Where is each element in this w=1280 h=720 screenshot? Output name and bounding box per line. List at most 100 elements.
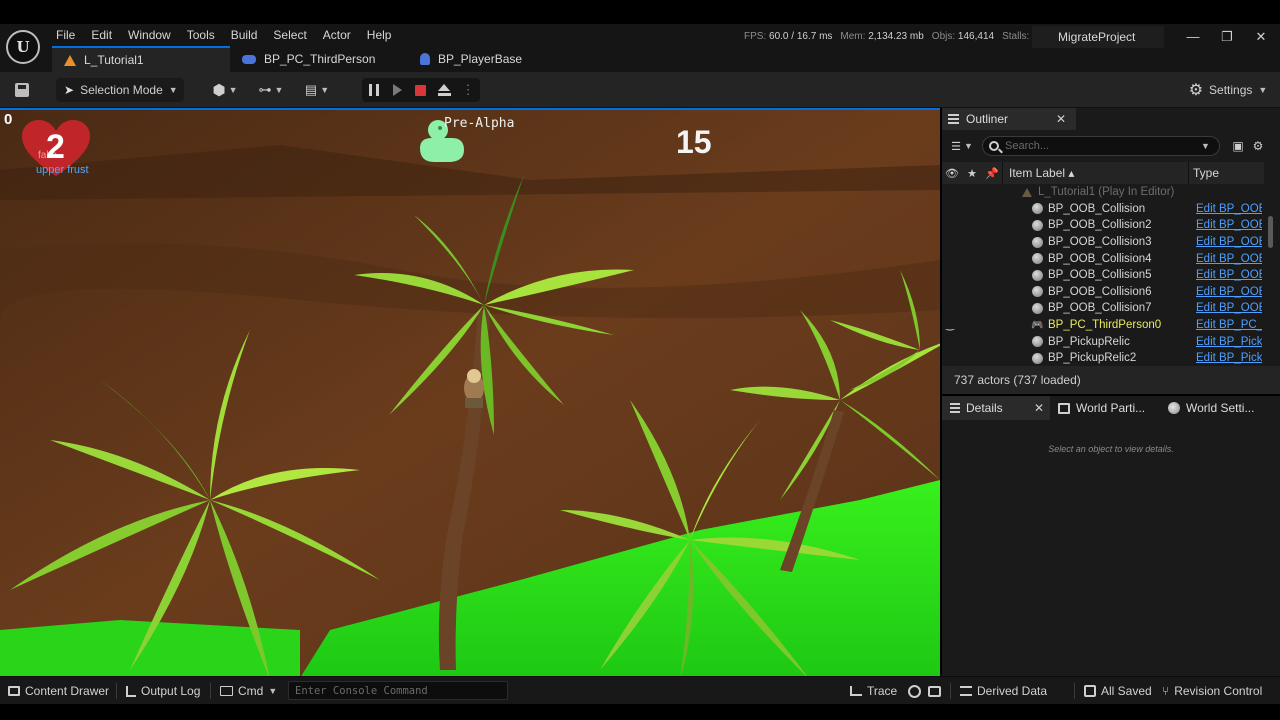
menu-build[interactable]: Build [223, 26, 266, 44]
actor-type-link[interactable]: Edit BP_OOB [1196, 286, 1262, 298]
actor-type-link[interactable]: Edit BP_OOB [1196, 219, 1262, 231]
menu-help[interactable]: Help [359, 26, 400, 44]
selection-mode-dropdown[interactable]: ➤ Selection Mode ▼ [56, 78, 184, 102]
tab-l-tutorial1[interactable]: L_Tutorial1 [52, 46, 230, 72]
outliner-row-player-controller[interactable]: ‿ 🎮 BP_PC_ThirdPerson0 Edit BP_PC_T [942, 317, 1264, 334]
cmd-dropdown[interactable]: Cmd ▼ [220, 677, 277, 705]
mem-label: Mem: [840, 31, 866, 42]
menu-actor[interactable]: Actor [315, 26, 359, 44]
outliner-scrollbar[interactable] [1268, 216, 1273, 248]
menu-edit[interactable]: Edit [83, 26, 120, 44]
outliner-tab-label: Outliner [966, 112, 1009, 126]
outliner-row[interactable]: BP_PickupRelic Edit BP_Picku [942, 333, 1264, 350]
tab-bp-pc-thirdperson[interactable]: BP_PC_ThirdPerson [230, 46, 408, 72]
stop-button[interactable] [409, 78, 433, 102]
eject-button[interactable] [433, 78, 457, 102]
actor-type-link[interactable]: Edit BP_OOB [1196, 236, 1262, 248]
tab-world-partition[interactable]: World Parti... [1050, 396, 1160, 420]
details-panel: Details ✕ World Parti... World Setti... … [942, 396, 1280, 676]
outliner-root-row[interactable]: L_Tutorial1 (Play In Editor) [942, 184, 1264, 201]
pin-column-icon[interactable]: 📌 [982, 167, 1002, 180]
actor-type-link[interactable]: Edit BP_Picku [1196, 336, 1262, 348]
outliner-settings-button[interactable]: ⚙ [1248, 136, 1268, 156]
minimize-button[interactable]: — [1176, 26, 1210, 48]
terminal-icon [220, 686, 233, 696]
save-button[interactable] [10, 78, 34, 102]
add-folder-button[interactable]: ▣ [1228, 136, 1248, 156]
actor-type-link[interactable]: Edit BP_PC_T [1196, 319, 1262, 331]
root-label: L_Tutorial1 (Play In Editor) [1038, 186, 1175, 199]
settings-label: Settings [1209, 83, 1253, 97]
outliner-rows: L_Tutorial1 (Play In Editor) BP_OOB_Coll… [942, 184, 1264, 364]
tab-bp-playerbase[interactable]: BP_PlayerBase [408, 46, 586, 72]
tab-world-settings[interactable]: World Setti... [1160, 396, 1270, 420]
actor-name: BP_PickupRelic [1048, 335, 1130, 348]
add-actor-button[interactable]: ⬢ ▼ [208, 78, 242, 102]
outliner-search-input[interactable] [1005, 140, 1195, 152]
level-icon [64, 54, 76, 66]
outliner-row[interactable]: BP_OOB_Collision4 Edit BP_OOB [942, 250, 1264, 267]
level-icon [1022, 187, 1032, 197]
gear-icon: ⚙ [1188, 82, 1204, 99]
actor-type-link[interactable]: Edit BP_Picku [1196, 352, 1262, 364]
close-window-button[interactable]: ✕ [1244, 26, 1278, 48]
trace-label: Trace [867, 684, 898, 698]
derived-data-button[interactable]: Derived Data [960, 677, 1047, 705]
outliner-row[interactable]: BP_OOB_Collision3 Edit BP_OOB [942, 234, 1264, 251]
actor-type-link[interactable]: Edit BP_OOB [1196, 269, 1262, 281]
favorite-column-icon[interactable]: ★ [962, 167, 982, 180]
type-column[interactable]: Type [1188, 162, 1219, 184]
menu-select[interactable]: Select [265, 26, 314, 44]
settings-button[interactable]: ⚙ Settings ▼ [1186, 78, 1270, 102]
menu-window[interactable]: Window [120, 26, 179, 44]
trace-button[interactable]: Trace [850, 677, 897, 705]
derived-data-icon [960, 686, 972, 696]
output-log-button[interactable]: Output Log [126, 677, 200, 705]
outliner-row[interactable]: BP_OOB_Collision2 Edit BP_OOB [942, 217, 1264, 234]
more-options-icon: ⋮ [461, 82, 475, 97]
close-icon[interactable]: ✕ [1056, 112, 1066, 126]
screenshot-button[interactable] [928, 677, 941, 705]
outliner-row[interactable]: BP_PickupRelic2 Edit BP_Picku [942, 350, 1264, 364]
revision-control-button[interactable]: ⑂ Revision Control [1162, 677, 1262, 705]
outliner-row[interactable]: BP_OOB_Collision5 Edit BP_OOB [942, 267, 1264, 284]
chevron-down-icon[interactable]: ▼ [1201, 141, 1210, 151]
actor-type-link[interactable]: Edit BP_OOB [1196, 302, 1262, 314]
all-saved-label: All Saved [1101, 684, 1152, 698]
menu-file[interactable]: File [48, 26, 83, 44]
all-saved-button[interactable]: All Saved [1084, 677, 1152, 705]
visibility-column-icon[interactable]: 👁 [942, 167, 962, 180]
outliner-column-header: 👁 ★ 📌 Item Label ▴ Type [942, 162, 1264, 184]
actor-type-link[interactable]: Edit BP_OOB [1196, 203, 1262, 215]
actor-icon [1032, 302, 1043, 314]
window-controls: — ❐ ✕ [1176, 26, 1278, 48]
outliner-row[interactable]: BP_OOB_Collision Edit BP_OOB [942, 201, 1264, 218]
outliner-row[interactable]: BP_OOB_Collision6 Edit BP_OOB [942, 284, 1264, 301]
blueprints-button[interactable]: ⊶ ▼ [254, 78, 288, 102]
unreal-logo-icon[interactable]: U [6, 30, 40, 64]
derived-data-label: Derived Data [977, 684, 1048, 698]
outliner-row[interactable]: BP_OOB_Collision7 Edit BP_OOB [942, 300, 1264, 317]
close-icon[interactable]: ✕ [1034, 401, 1044, 415]
project-name[interactable]: MigrateProject [1032, 26, 1164, 48]
content-drawer-button[interactable]: Content Drawer [8, 677, 109, 705]
pause-button[interactable] [362, 78, 386, 102]
record-button[interactable] [908, 677, 921, 705]
frame-skip-button[interactable] [386, 78, 410, 102]
item-label-column[interactable]: Item Label ▴ [1002, 162, 1188, 184]
play-options-button[interactable]: ⋮ [456, 78, 480, 102]
details-tab-label: Details [966, 401, 1003, 415]
eye-closed-icon[interactable]: ‿ [946, 320, 960, 331]
restore-button[interactable]: ❐ [1210, 26, 1244, 48]
console-command-input[interactable] [288, 681, 508, 700]
actor-type-link[interactable]: Edit BP_OOB [1196, 253, 1262, 265]
filter-button[interactable]: ☰ ▼ [942, 135, 982, 157]
tab-outliner[interactable]: Outliner ✕ [942, 108, 1076, 130]
tab-details[interactable]: Details ✕ [942, 396, 1050, 420]
cinematics-button[interactable]: ▤ ▼ [300, 78, 334, 102]
blueprint-icon [242, 54, 256, 64]
menu-tools[interactable]: Tools [179, 26, 223, 44]
game-viewport[interactable]: 0 fake 2 upper frust Pre-Alpha 15 [0, 108, 940, 676]
stop-icon [415, 84, 427, 96]
output-log-label: Output Log [141, 684, 201, 698]
